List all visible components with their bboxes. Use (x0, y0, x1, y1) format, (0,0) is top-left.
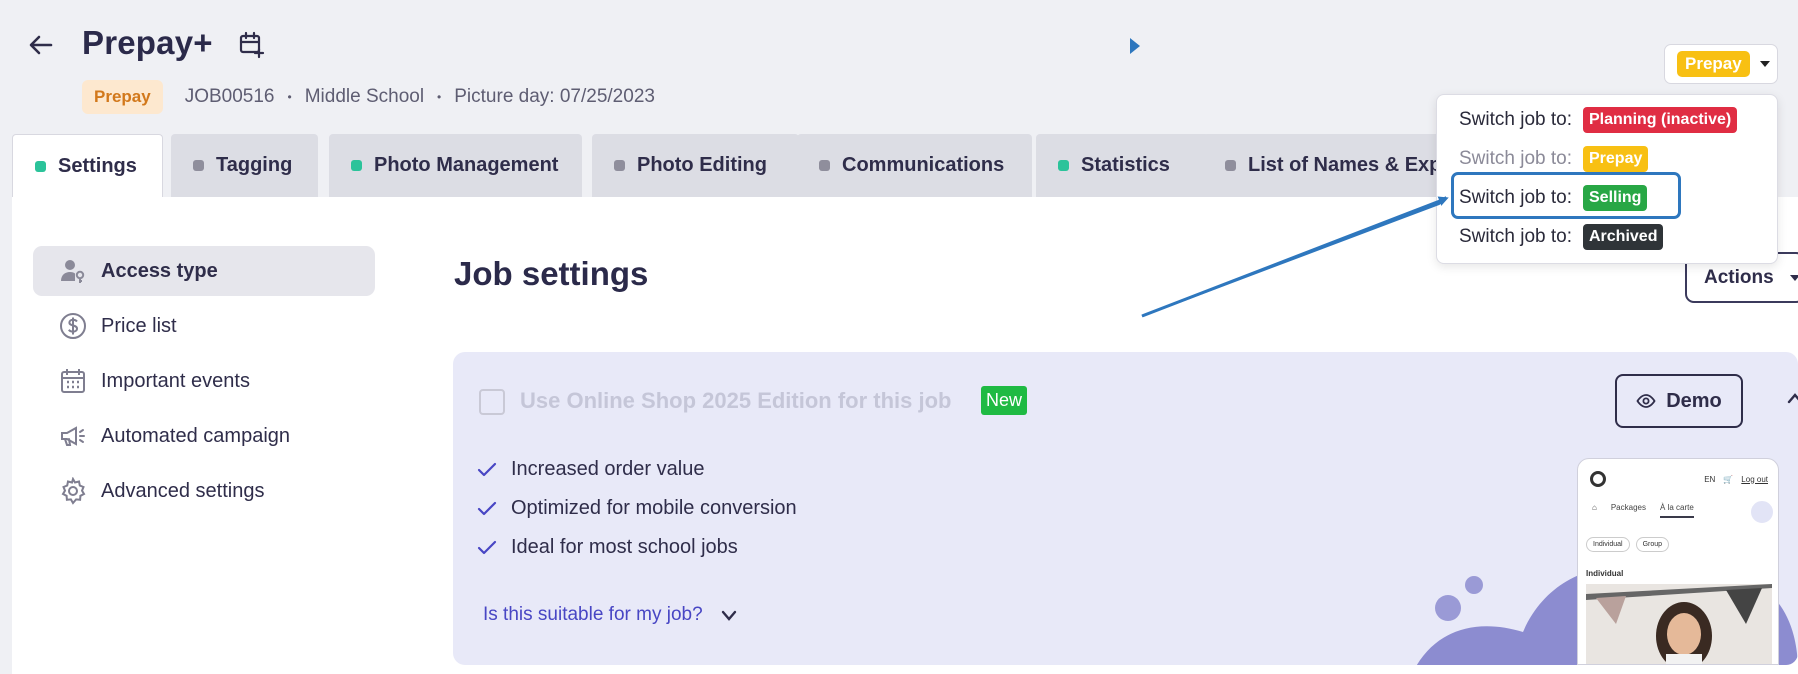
feature-label: Increased order value (511, 458, 705, 480)
demo-button[interactable]: Demo (1615, 374, 1743, 428)
tab-settings[interactable]: Settings (12, 134, 163, 198)
chevron-down-icon (721, 610, 736, 621)
tab-statistics[interactable]: Statistics (1036, 134, 1209, 197)
eye-icon (1636, 394, 1656, 408)
tab-list-of-names[interactable]: List of Names & Exp (1203, 134, 1453, 197)
actions-label: Actions (1704, 266, 1774, 288)
chevron-up-icon[interactable] (1787, 392, 1798, 404)
status-dot (351, 160, 362, 171)
calendar-icon (61, 369, 85, 393)
preview-photo (1586, 584, 1772, 664)
menu-item-label: Switch job to: (1459, 109, 1572, 130)
feature-label: Ideal for most school jobs (511, 536, 738, 558)
sidebar-item-label: Advanced settings (101, 479, 265, 502)
tab-label: Settings (58, 155, 137, 177)
settings-panel: Access type Price list Important events … (12, 197, 1798, 674)
suitable-link[interactable]: Is this suitable for my job? (483, 604, 737, 626)
sidebar-item-label: Price list (101, 314, 177, 337)
preview-pill: Individual (1586, 537, 1630, 552)
shop-preview-phone: EN 🛒 Log out ⌂ Packages À la carte Indiv… (1577, 458, 1779, 665)
current-status-badge: Prepay (1677, 51, 1750, 77)
selling-highlight-box (1451, 172, 1681, 219)
status-dot (1225, 160, 1236, 171)
tab-photo-management[interactable]: Photo Management (329, 134, 582, 197)
tab-label: Photo Editing (637, 154, 767, 176)
menu-item-label: Switch job to: (1459, 148, 1572, 169)
sidebar-item-label: Automated campaign (101, 424, 291, 447)
feature-item: Increased order value (477, 458, 704, 481)
menu-item-prepay: Switch job to: Prepay (1459, 146, 1649, 172)
page-title: Prepay+ (82, 24, 213, 61)
sidebar-item-label: Important events (101, 369, 250, 392)
status-dot (35, 161, 46, 172)
basket-fab-icon (1749, 499, 1775, 525)
tab-label: Communications (842, 154, 1005, 176)
dollar-circle-icon (60, 313, 86, 339)
online-shop-card: Use Online Shop 2025 Edition for this jo… (453, 352, 1798, 665)
section-title: Job settings (454, 255, 649, 292)
megaphone-icon (61, 426, 85, 446)
status-dot (614, 160, 625, 171)
check-icon (477, 540, 497, 554)
sidebar-item-advanced-settings[interactable]: Advanced settings (33, 466, 375, 516)
menu-item-archived[interactable]: Switch job to: Archived (1459, 224, 1664, 250)
new-badge: New (981, 386, 1028, 415)
status-dot (193, 160, 204, 171)
logout-link: Log out (1741, 474, 1768, 484)
status-badge-planning: Planning (inactive) (1583, 107, 1738, 133)
check-icon (477, 462, 497, 476)
menu-item-label: Switch job to: (1459, 226, 1572, 247)
shop-logo-icon (1590, 471, 1606, 487)
tab-photo-editing[interactable]: Photo Editing (592, 134, 799, 197)
suitable-link-label: Is this suitable for my job? (483, 604, 703, 625)
sidebar-item-important-events[interactable]: Important events (33, 356, 375, 406)
school-name: Middle School (304, 86, 425, 107)
feature-item: Ideal for most school jobs (477, 536, 738, 559)
sidebar-item-label: Access type (101, 259, 218, 282)
meta-separator: • (437, 90, 442, 104)
picture-day: Picture day: 07/25/2023 (454, 86, 655, 107)
back-arrow-icon[interactable] (26, 30, 56, 60)
play-icon (1130, 38, 1140, 54)
tab-communications[interactable]: Communications (797, 134, 1032, 197)
feature-label: Optimized for mobile conversion (511, 497, 797, 519)
use-online-shop-checkbox[interactable] (479, 389, 505, 415)
preview-tab: Packages (1610, 503, 1646, 512)
gear-icon (61, 477, 86, 505)
meta-separator: • (287, 90, 292, 104)
job-id: JOB00516 (184, 86, 275, 107)
demo-label: Demo (1666, 389, 1722, 412)
status-dot (1058, 160, 1069, 171)
tab-tagging[interactable]: Tagging (171, 134, 318, 197)
home-icon: ⌂ (1592, 503, 1597, 512)
language-label: EN (1704, 474, 1716, 484)
tab-label: List of Names & Exp (1248, 154, 1442, 176)
online-shop-title: Use Online Shop 2025 Edition for this jo… (520, 388, 952, 413)
cart-icon: 🛒 (1723, 474, 1734, 484)
tab-label: Photo Management (374, 154, 559, 176)
status-dot (819, 160, 830, 171)
caret-down-icon (1789, 274, 1798, 281)
menu-item-planning[interactable]: Switch job to: Planning (inactive) (1459, 107, 1738, 133)
tab-label: Tagging (216, 154, 293, 176)
status-badge: Prepay (82, 80, 163, 114)
job-status-dropdown[interactable]: Prepay (1664, 44, 1778, 84)
sidebar-item-price-list[interactable]: Price list (33, 301, 375, 351)
preview-section-title: Individual (1586, 569, 1624, 578)
calendar-add-icon[interactable] (238, 31, 266, 59)
sidebar-item-access-type[interactable]: Access type (33, 246, 375, 296)
user-key-icon (61, 260, 85, 283)
preview-pill: Group (1635, 537, 1670, 552)
sidebar-item-automated-campaign[interactable]: Automated campaign (33, 411, 375, 461)
status-badge-archived: Archived (1583, 224, 1664, 250)
job-meta: Prepay JOB00516 • Middle School • Pictur… (82, 80, 655, 114)
check-icon (477, 501, 497, 515)
feature-item: Optimized for mobile conversion (477, 497, 797, 520)
status-badge-prepay: Prepay (1583, 146, 1649, 172)
tab-label: Statistics (1081, 154, 1170, 176)
preview-tab-active: À la carte (1659, 503, 1694, 518)
caret-down-icon (1759, 61, 1770, 67)
